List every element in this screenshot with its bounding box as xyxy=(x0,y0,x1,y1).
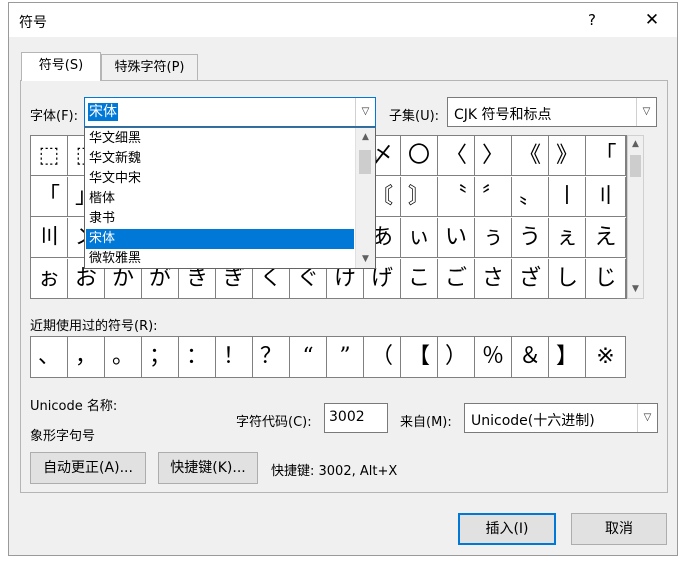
recent-symbol[interactable]: ， xyxy=(68,337,105,377)
symbol-cell[interactable]: 〇 xyxy=(401,136,438,176)
subset-label: 子集(U): xyxy=(389,109,440,124)
symbol-cell[interactable]: 〝 xyxy=(438,177,475,217)
dialog-title: 符号 xyxy=(19,15,47,31)
tab-symbols[interactable]: 符号(S) xyxy=(21,52,101,81)
from-combo[interactable]: Unicode(十六进制) ▽ xyxy=(464,403,658,433)
recent-symbols-row: 、 ， 。 ； ： ！ ？ “ ” （ 【 ） ％ ＆ 】 ※ xyxy=(30,336,626,378)
scroll-down-icon[interactable]: ▼ xyxy=(356,250,375,268)
recent-symbol[interactable]: ？ xyxy=(253,337,290,377)
font-label: 字体(F): xyxy=(30,109,79,124)
symbol-cell[interactable]: し xyxy=(549,259,586,299)
character-code-input[interactable]: 3002 xyxy=(324,403,388,433)
autocorrect-button[interactable]: 自动更正(A)... xyxy=(30,452,146,484)
symbol-cell[interactable]: さ xyxy=(475,259,512,299)
shortcut-text: 快捷键: 3002, Alt+X xyxy=(271,464,398,479)
recent-symbol[interactable]: ＆ xyxy=(512,337,549,377)
font-option[interactable]: 楷体 xyxy=(86,189,354,209)
symbol-cell[interactable]: ぅ xyxy=(475,218,512,258)
scrollbar-thumb[interactable] xyxy=(359,150,371,174)
font-combo[interactable]: 宋体 ▽ xyxy=(84,97,376,127)
recent-symbol[interactable]: 】 xyxy=(549,337,586,377)
subset-combo-value: CJK 符号和标点 xyxy=(454,107,552,123)
recent-symbols-label: 近期使用过的符号(R): xyxy=(30,319,158,334)
recent-symbol[interactable]: ； xyxy=(142,337,179,377)
symbol-cell[interactable]: 「 xyxy=(586,136,626,176)
recent-symbol[interactable]: ” xyxy=(327,337,364,377)
character-code-label: 字符代码(C): xyxy=(236,415,312,430)
symbol-cell[interactable]: い xyxy=(438,218,475,258)
unicode-name-label: Unicode 名称: xyxy=(30,399,118,414)
recent-symbol[interactable]: 、 xyxy=(31,337,68,377)
symbol-cell[interactable]: ご xyxy=(438,259,475,299)
recent-symbol[interactable]: ※ xyxy=(586,337,625,377)
symbol-cell[interactable]: 〢 xyxy=(586,177,626,217)
symbol-cell[interactable]: ぃ xyxy=(401,218,438,258)
chevron-down-icon[interactable]: ▽ xyxy=(637,404,657,432)
symbol-cell[interactable]: 〈 xyxy=(438,136,475,176)
scroll-up-icon[interactable]: ▲ xyxy=(628,136,643,153)
font-option[interactable]: 微软雅黑 xyxy=(86,249,354,269)
recent-symbol[interactable]: （ xyxy=(364,337,401,377)
chevron-down-icon[interactable]: ▽ xyxy=(355,98,375,126)
recent-symbol[interactable]: “ xyxy=(290,337,327,377)
font-dropdown-list: 华文细黑 华文新魏 华文中宋 楷体 隶书 宋体 微软雅黑 ▲ ▼ xyxy=(84,127,376,269)
recent-symbol[interactable]: 【 xyxy=(401,337,438,377)
symbol-cell[interactable]: 《 xyxy=(512,136,549,176)
recent-symbol[interactable]: 。 xyxy=(105,337,142,377)
font-option-selected[interactable]: 宋体 xyxy=(86,229,354,249)
recent-symbol[interactable]: ） xyxy=(438,337,475,377)
symbol-cell[interactable]: 〉 xyxy=(475,136,512,176)
symbol-dialog: 符号 ? ✕ 符号(S) 特殊字符(P) 字体(F): 宋体 ▽ 子集(U): … xyxy=(8,2,678,556)
scroll-up-icon[interactable]: ▲ xyxy=(356,128,375,146)
symbol-cell[interactable]: 「 xyxy=(31,177,68,217)
symbol-cell[interactable]: ⬚ xyxy=(31,136,68,176)
shortcut-key-button[interactable]: 快捷键(K)... xyxy=(158,452,258,484)
insert-button[interactable]: 插入(I) xyxy=(458,513,556,545)
recent-symbol[interactable]: ！ xyxy=(216,337,253,377)
tab-special-characters[interactable]: 特殊字符(P) xyxy=(101,54,198,81)
unicode-name-value: 象形字句号 xyxy=(30,429,96,444)
font-option[interactable]: 华文中宋 xyxy=(86,169,354,189)
recent-symbol[interactable]: ％ xyxy=(475,337,512,377)
symbol-cell[interactable]: 〞 xyxy=(475,177,512,217)
symbol-cell[interactable]: 〡 xyxy=(549,177,586,217)
symbol-cell[interactable]: 〙 xyxy=(401,177,438,217)
symbol-cell[interactable]: 〣 xyxy=(31,218,68,258)
symbol-cell[interactable]: 〟 xyxy=(512,177,549,217)
font-dropdown-scrollbar[interactable]: ▲ ▼ xyxy=(355,128,375,268)
symbol-grid-scrollbar[interactable]: ▲ ▼ xyxy=(627,135,644,299)
scroll-down-icon[interactable]: ▼ xyxy=(628,281,643,298)
symbol-cell[interactable]: こ xyxy=(401,259,438,299)
cancel-button[interactable]: 取消 xyxy=(571,513,667,545)
from-combo-value: Unicode(十六进制) xyxy=(471,413,595,429)
chevron-down-icon[interactable]: ▽ xyxy=(636,98,656,126)
help-button[interactable]: ? xyxy=(577,7,607,33)
symbol-cell[interactable]: 》 xyxy=(549,136,586,176)
symbol-cell[interactable]: ぇ xyxy=(549,218,586,258)
close-button[interactable]: ✕ xyxy=(635,7,669,33)
font-option[interactable]: 华文新魏 xyxy=(86,149,354,169)
font-option[interactable]: 隶书 xyxy=(86,209,354,229)
subset-combo[interactable]: CJK 符号和标点 ▽ xyxy=(447,97,657,127)
from-label: 来自(M): xyxy=(400,415,452,430)
symbol-cell[interactable]: う xyxy=(512,218,549,258)
title-bar: 符号 ? ✕ xyxy=(9,3,677,37)
symbol-cell[interactable]: じ xyxy=(586,259,626,299)
symbol-cell[interactable]: ざ xyxy=(512,259,549,299)
font-option[interactable]: 华文细黑 xyxy=(86,129,354,149)
recent-symbol[interactable]: ： xyxy=(179,337,216,377)
symbol-cell[interactable]: え xyxy=(586,218,626,258)
scrollbar-thumb[interactable] xyxy=(630,155,641,177)
symbol-cell[interactable]: ぉ xyxy=(31,259,68,299)
font-combo-value[interactable]: 宋体 xyxy=(88,103,118,121)
